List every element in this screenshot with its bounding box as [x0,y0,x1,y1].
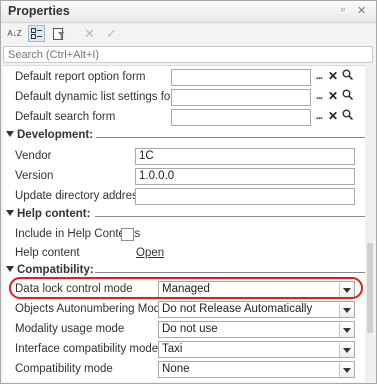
vertical-scrollbar[interactable] [365,65,375,381]
row-vendor: Vendor 1C [3,147,365,167]
clear-icon[interactable]: ✕ [81,25,98,42]
section-header: Compatibility: [6,264,94,276]
row-objects-autonumbering: Objects Autonumbering Mode Do not Releas… [3,300,365,320]
clear-icon[interactable]: ✕ [326,89,340,106]
confirm-icon[interactable]: ✓ [103,25,120,42]
interface-compat-select[interactable]: Taxi [158,341,355,358]
section-divider [95,272,365,273]
open-help-link[interactable]: Open [136,247,164,259]
sort-alphabetically-icon[interactable]: A↓Z [6,25,23,42]
collapse-triangle-icon[interactable] [6,210,14,216]
panel-titlebar: Properties ▫ ✕ [1,1,376,23]
chevron-down-icon[interactable] [339,343,354,357]
modality-value: Do not use [162,323,218,335]
row-default-search-form: Default search form ... ✕ [3,108,365,128]
autonumbering-label: Objects Autonumbering Mode [15,303,167,315]
autonumbering-select[interactable]: Do not Release Automatically [158,301,355,318]
section-development[interactable]: Development: [3,127,365,147]
modality-select[interactable]: Do not use [158,321,355,338]
update-directory-field[interactable] [135,188,355,205]
pin-icon[interactable]: ▫ [341,4,345,16]
sort-label: A↓Z [7,28,22,38]
row-help-content: Help content Open [3,244,365,264]
panel-title: Properties [8,4,70,18]
row-interface-compatibility: Interface compatibility mode Taxi [3,340,365,360]
highlight-annotation [9,277,363,299]
row-label: Default search form [15,111,116,123]
close-icon[interactable]: ✕ [357,4,366,17]
interface-compat-label: Interface compatibility mode [15,343,159,355]
vendor-field[interactable]: 1C [135,148,355,165]
search-input[interactable] [4,47,376,62]
default-search-form-field[interactable] [171,109,311,126]
open-icon[interactable] [340,109,354,126]
default-dynamic-list-settings-form-field[interactable] [171,89,311,106]
properties-list: Default report option form ... ✕ Default… [3,65,365,382]
select-button[interactable]: ... [312,109,326,126]
row-default-report-option-form: Default report option form ... ✕ [3,68,365,88]
row-label: Default dynamic list settings form [15,91,184,103]
modality-label: Modality usage mode [15,323,125,335]
open-icon[interactable] [340,89,354,106]
autonumbering-value: Do not Release Automatically [162,303,313,315]
chevron-down-icon[interactable] [339,303,354,317]
row-modality-usage: Modality usage mode Do not use [3,320,365,340]
open-icon[interactable] [340,69,354,86]
scrollbar-thumb[interactable] [367,243,373,333]
help-content-label: Help content [15,247,80,259]
version-field[interactable]: 1.0.0.0 [135,168,355,185]
interface-compat-value: Taxi [162,343,183,355]
row-update-directory: Update directory address [3,187,365,207]
include-in-help-checkbox[interactable] [121,228,134,241]
section-help-content[interactable]: Help content: [3,206,365,226]
vendor-label: Vendor [15,150,52,162]
version-label: Version [15,170,54,182]
chevron-down-icon[interactable] [339,323,354,337]
clear-icon[interactable]: ✕ [326,109,340,126]
select-button[interactable]: ... [312,69,326,86]
categories-icon[interactable] [28,25,45,42]
compat-mode-select[interactable]: None [158,361,355,378]
section-divider [96,137,365,138]
section-title: Help content: [17,208,91,220]
row-default-dynamic-list-settings-form: Default dynamic list settings form ... ✕ [3,88,365,108]
section-header: Development: [6,129,93,141]
collapse-triangle-icon[interactable] [6,131,14,137]
panel-toolbar: A↓Z ✕ ✓ [1,23,376,45]
compat-mode-label: Compatibility mode [15,363,113,375]
filter-icon[interactable] [50,25,67,42]
section-header: Help content: [6,208,90,220]
properties-panel: Properties ▫ ✕ A↓Z ✕ ✓ Default report op… [0,0,377,384]
update-directory-label: Update directory address [15,190,144,202]
clear-icon[interactable]: ✕ [326,69,340,86]
collapse-triangle-icon[interactable] [6,266,14,272]
select-button[interactable]: ... [312,89,326,106]
row-label: Default report option form [15,71,146,83]
section-title: Development: [17,129,94,141]
compat-mode-value: None [162,363,190,375]
chevron-down-icon[interactable] [339,363,354,377]
row-compatibility-mode: Compatibility mode None [3,360,365,380]
row-include-in-help: Include in Help Contents [3,225,365,245]
search-field[interactable] [3,46,376,63]
section-title: Compatibility: [17,264,94,276]
default-report-option-form-field[interactable] [171,69,311,86]
section-divider [95,216,365,217]
row-version: Version 1.0.0.0 [3,167,365,187]
